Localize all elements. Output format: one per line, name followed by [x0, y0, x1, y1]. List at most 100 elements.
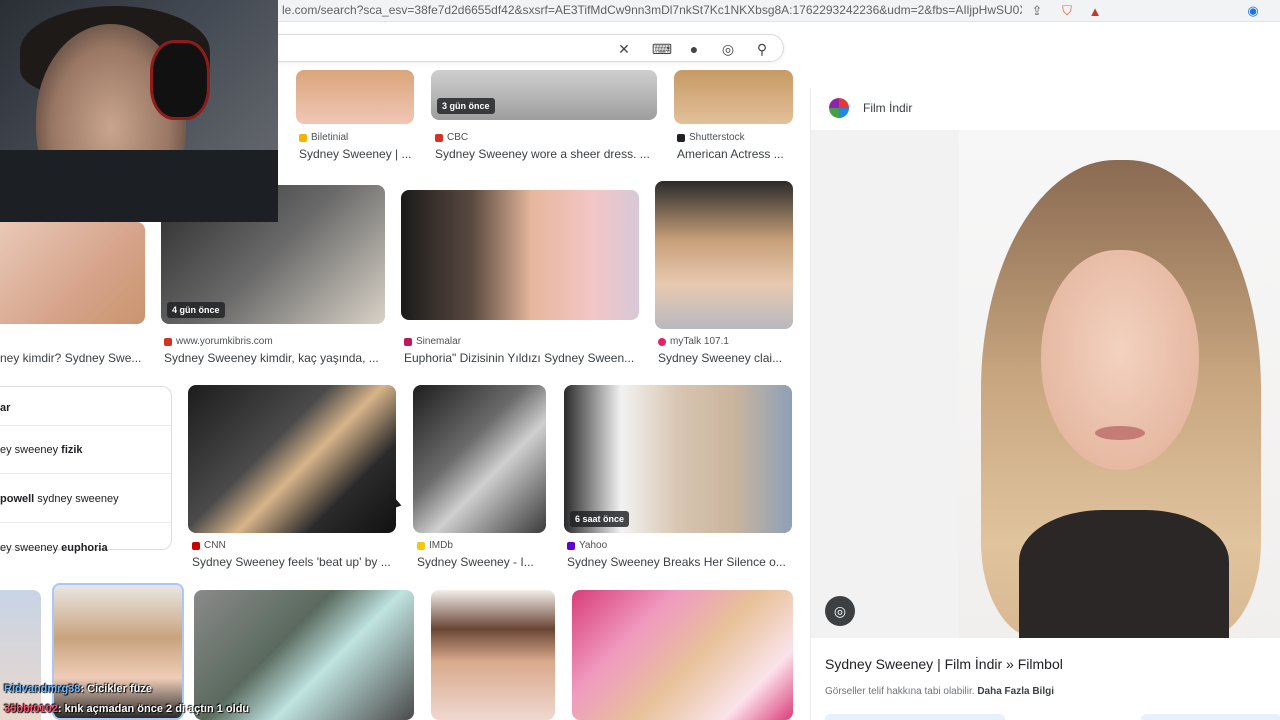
divider	[0, 473, 172, 474]
result-image[interactable]: 6 saat önce	[564, 385, 792, 533]
related-search-item[interactable]: powell sydney sweeney	[0, 493, 172, 505]
result-caption[interactable]: Sydney Sweeney feels 'beat up' by ...	[192, 555, 398, 569]
clear-icon[interactable]: ✕	[615, 40, 633, 58]
result-image[interactable]	[194, 590, 414, 720]
source-label: Yahoo	[579, 540, 608, 551]
result-image[interactable]	[0, 590, 41, 720]
result-image[interactable]	[655, 181, 793, 329]
brave-rewards-icon[interactable]: ▲	[1086, 2, 1104, 20]
result-source[interactable]: CBC	[435, 132, 468, 143]
result-caption[interactable]: Sydney Sweeney clai...	[658, 351, 794, 365]
divider	[0, 425, 172, 426]
related-text: ey sweeney	[0, 444, 62, 456]
related-bold: euphoria	[61, 542, 108, 554]
keyboard-icon[interactable]: ⌨	[652, 40, 672, 58]
related-header: ar	[0, 402, 11, 414]
result-image[interactable]	[431, 590, 555, 720]
webcam-shirt	[0, 150, 278, 222]
result-caption[interactable]: Euphoria" Dizisinin Yıldızı Sydney Sween…	[404, 351, 640, 365]
result-caption[interactable]: Sydney Sweeney kimdir, kaç yaşında, ...	[164, 351, 386, 365]
photo-body	[1019, 510, 1229, 638]
webcam-overlay	[0, 0, 278, 222]
result-caption[interactable]: Sydney Sweeney | ...	[299, 147, 419, 161]
search-input[interactable]: ✕ ⌨ ● ◎ ⚲	[250, 34, 784, 62]
favicon-icon	[435, 133, 443, 142]
brave-shield-icon[interactable]: ⛉	[1058, 2, 1076, 20]
result-source[interactable]: www.yorumkibris.com	[164, 336, 273, 347]
result-image[interactable]	[401, 190, 639, 320]
result-caption[interactable]: Sydney Sweeney wore a sheer dress. ...	[435, 147, 657, 161]
result-caption[interactable]: American Actress ...	[677, 147, 793, 161]
search-icon[interactable]: ⚲	[753, 40, 771, 58]
source-label: CNN	[204, 540, 226, 551]
source-label: CBC	[447, 132, 469, 143]
action-button[interactable]	[825, 714, 1005, 720]
microphone-icon[interactable]: ●	[685, 40, 703, 58]
more-info-link[interactable]: Daha Fazla Bilgi	[977, 686, 1054, 697]
result-image[interactable]	[0, 222, 145, 324]
share-icon[interactable]: ⇪	[1028, 2, 1046, 20]
result-source[interactable]: Biletinial	[299, 132, 348, 143]
site-logo-icon	[829, 98, 849, 118]
source-label: IMDb	[429, 540, 453, 551]
time-badge: 3 gün önce	[437, 98, 495, 114]
result-image[interactable]	[674, 70, 793, 124]
chat-username: 35bbt0102	[4, 703, 58, 715]
related-text: sydney sweeney	[34, 493, 119, 505]
notice-text: Görseller telif hakkına tabi olabilir.	[825, 686, 975, 697]
related-searches-card: ar ey sweeney fizik powell sydney sweene…	[0, 386, 172, 554]
source-label: www.yorumkibris.com	[176, 336, 273, 347]
result-caption[interactable]: ney kimdir? Sydney Swe...	[0, 351, 145, 365]
screen: le.com/search?sca_esv=38fe7d2d6655df42&s…	[0, 0, 1280, 720]
result-source[interactable]: IMDb	[417, 540, 453, 551]
related-bold: powell	[0, 493, 35, 505]
result-source[interactable]: Sinemalar	[404, 336, 461, 347]
preview-site-name[interactable]: Film İndir	[863, 101, 912, 115]
result-image[interactable]	[572, 590, 793, 720]
lens-icon[interactable]: ◎	[719, 40, 737, 58]
related-bold: fizik	[61, 444, 83, 456]
chat-message: Ridvandmrg38: Cicikler füze	[4, 683, 152, 695]
chat-text: : knk açmadan önce 2 di açtın 1 oldu	[57, 703, 250, 715]
result-source[interactable]: myTalk 107.1	[658, 336, 729, 347]
result-caption[interactable]: Sydney Sweeney Breaks Her Silence o...	[567, 555, 793, 569]
source-label: Sinemalar	[416, 336, 462, 347]
divider	[0, 522, 172, 523]
copyright-notice: Görseller telif hakkına tabi olabilir. D…	[825, 686, 1054, 697]
favicon-icon	[164, 337, 172, 346]
source-label: myTalk 107.1	[670, 336, 729, 347]
related-text: ey sweeney	[0, 542, 62, 554]
time-badge: 6 saat önce	[570, 511, 630, 527]
result-source[interactable]: CNN	[192, 540, 226, 551]
url-text[interactable]: le.com/search?sca_esv=38fe7d2d6655df42&s…	[282, 3, 1022, 17]
lens-search-icon[interactable]: ◎	[825, 596, 855, 626]
favicon-icon	[567, 541, 575, 550]
result-image[interactable]	[296, 70, 414, 124]
result-image[interactable]	[188, 385, 396, 533]
favicon-icon	[299, 133, 307, 142]
result-caption[interactable]: Sydney Sweeney - I...	[417, 555, 547, 569]
favicon-icon	[417, 541, 425, 550]
result-image[interactable]: 3 gün önce	[431, 70, 657, 120]
result-source[interactable]: Yahoo	[567, 540, 607, 551]
preview-photo	[959, 130, 1280, 638]
result-source[interactable]: Shutterstock	[677, 132, 745, 143]
preview-title[interactable]: Sydney Sweeney | Film İndir » Filmbol	[825, 656, 1063, 672]
favicon-icon	[677, 133, 685, 142]
audio-icon[interactable]: ◉	[1244, 2, 1262, 20]
result-image-selected[interactable]	[52, 583, 184, 720]
source-label: Shutterstock	[689, 132, 745, 143]
favicon-icon	[658, 337, 666, 346]
action-button[interactable]	[1141, 714, 1280, 720]
result-image[interactable]	[413, 385, 546, 533]
preview-image[interactable]	[811, 130, 1280, 638]
source-label: Biletinial	[311, 132, 349, 143]
related-search-item[interactable]: ey sweeney fizik	[0, 444, 172, 456]
related-search-item[interactable]: ey sweeney euphoria	[0, 542, 172, 554]
chat-text: : Cicikler füze	[80, 683, 152, 695]
favicon-icon	[404, 337, 412, 346]
time-badge: 4 gün önce	[167, 302, 225, 318]
image-preview-panel: Film İndir ◎ Sydney Sweeney | Film İndir…	[810, 88, 1280, 720]
chat-message: 35bbt0102: knk açmadan önce 2 di açtın 1…	[4, 703, 249, 715]
chat-username: Ridvandmrg38	[4, 683, 81, 695]
